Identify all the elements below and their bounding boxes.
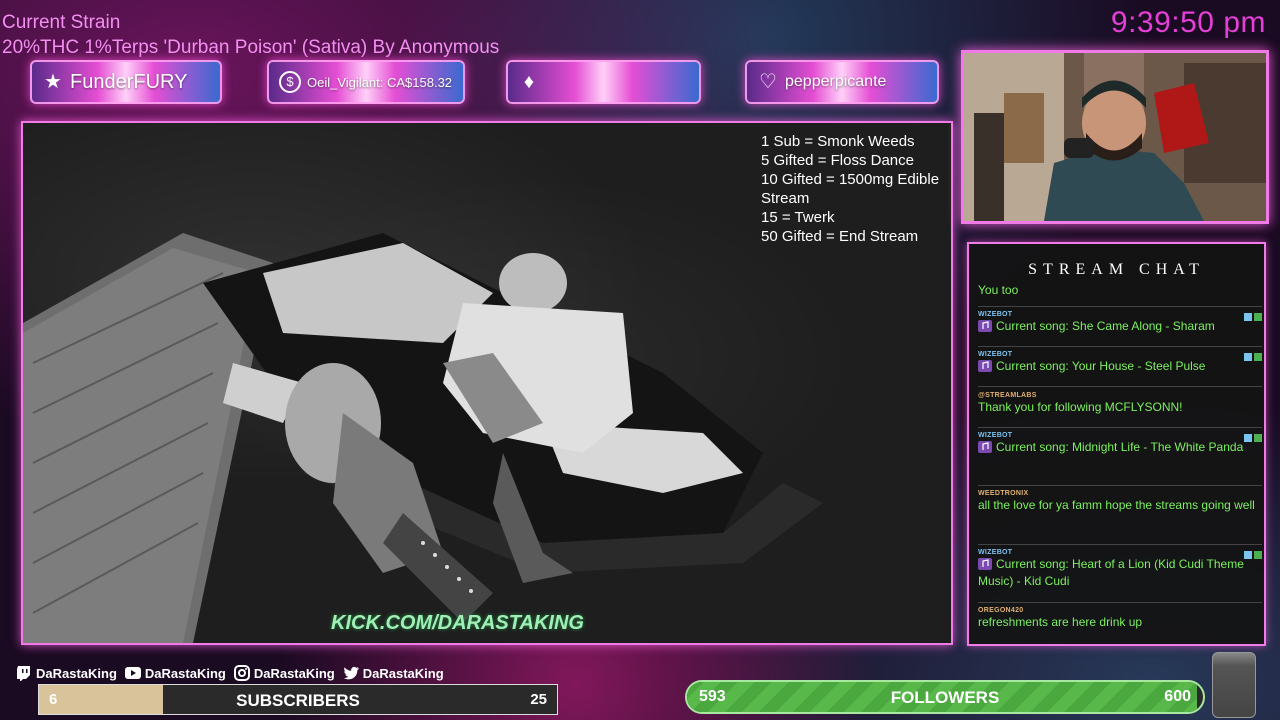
chat-username: WIZEBOT [978, 351, 1013, 358]
goal-line: 10 Gifted = 1500mg Edible [761, 171, 940, 188]
chat-username: @STREAMLABS [978, 392, 1037, 399]
music-note-icon [978, 320, 992, 332]
heart-icon: ♡ [759, 71, 777, 93]
follower-goal: 600 [1164, 688, 1191, 705]
social-handle-text: DaRastaKing [362, 665, 444, 681]
alert-latest-donation: $ Oeil_Vigilant: CA$158.32 [267, 60, 465, 104]
chat-divider [978, 306, 1262, 307]
chat-username: WEEDTRONIX [978, 490, 1029, 497]
bot-badge-icon [1244, 551, 1262, 559]
clock: 9:39:50 pm [1110, 6, 1266, 39]
youtube-icon [124, 667, 141, 679]
chat-username: WIZEBOT [978, 432, 1013, 439]
twitter-handle[interactable]: DaRastaKing [343, 665, 444, 681]
chat-message: You too [978, 282, 1262, 299]
alert-latest-follower: ★ FunderFURY [30, 60, 222, 104]
star-icon: ★ [44, 71, 62, 93]
chat-message: @STREAMLABS Thank you for following MCFL… [978, 392, 1262, 416]
instagram-icon [233, 665, 250, 681]
chat-title: STREAM CHAT [1028, 261, 1205, 278]
bot-badge-icon [1244, 353, 1262, 361]
stream-chat: STREAM CHAT You too WIZEBOT Current song… [967, 242, 1266, 646]
follower-goal-bar: 593 FOLLOWERS 600 [685, 680, 1205, 714]
twitch-icon [17, 666, 30, 681]
chat-message-text: Current song: Heart of a Lion (Kid Cudi … [978, 557, 1244, 588]
alert-label: FunderFURY [70, 70, 188, 93]
chat-username: OREGON420 [978, 607, 1024, 614]
chat-divider [978, 485, 1262, 486]
bot-badge-icon [1244, 313, 1262, 321]
alert-latest-subscriber: ♡ pepperpicante [745, 60, 939, 104]
tip-jar-icon [1212, 652, 1256, 718]
follower-label: FOLLOWERS [890, 688, 1000, 707]
sub-goals-list: 1 Sub = Smonk Weeds 5 Gifted = Floss Dan… [761, 132, 939, 246]
chat-message-text: Thank you for following MCFLYSONN! [978, 400, 1183, 414]
chat-message: OREGON420 refreshments are here drink up [978, 607, 1262, 631]
chat-divider [978, 544, 1262, 545]
chat-message-text: You too [978, 283, 1019, 297]
bot-badge-icon [1244, 434, 1262, 442]
music-note-icon [978, 360, 992, 372]
social-handle-text: DaRastaKing [253, 665, 335, 681]
chat-divider [978, 346, 1262, 347]
chat-divider [978, 427, 1262, 428]
chat-message: WIZEBOT Current song: She Came Along - S… [978, 311, 1262, 335]
subscriber-goal-bar: 6 SUBSCRIBERS 25 [38, 684, 558, 715]
goal-line: Stream [761, 190, 810, 207]
strain-title: Current Strain [2, 12, 121, 33]
diamond-icon: ♦ [523, 71, 535, 93]
chat-message: WIZEBOT Current song: Heart of a Lion (K… [978, 549, 1262, 590]
chat-message: WIZEBOT Current song: Midnight Life - Th… [978, 432, 1262, 456]
goal-line: 5 Gifted = Floss Dance [761, 152, 914, 169]
instagram-handle[interactable]: DaRastaKing [233, 665, 335, 681]
dollar-icon: $ [279, 71, 301, 93]
chat-divider [978, 386, 1262, 387]
chat-username: WIZEBOT [978, 549, 1013, 556]
goal-line: 1 Sub = Smonk Weeds [761, 133, 915, 150]
chat-message-text: Current song: Your House - Steel Pulse [996, 359, 1206, 373]
chat-message-text: all the love for ya famm hope the stream… [978, 498, 1255, 512]
chat-message: WIZEBOT Current song: Your House - Steel… [978, 351, 1262, 375]
youtube-handle[interactable]: DaRastaKing [124, 665, 226, 681]
twitter-icon [343, 666, 359, 680]
kick-channel-link[interactable]: KICK.COM/DARASTAKING [331, 612, 584, 635]
music-note-icon [978, 441, 992, 453]
chat-message-text: Current song: Midnight Life - The White … [996, 440, 1244, 454]
subscriber-goal: 25 [530, 691, 547, 708]
music-note-icon [978, 558, 992, 570]
alert-latest-bits: ♦ [506, 60, 701, 104]
subscriber-label: SUBSCRIBERS [236, 691, 360, 710]
twitch-handle[interactable]: DaRastaKing [16, 665, 117, 681]
chat-message-text: refreshments are here drink up [978, 615, 1143, 629]
alert-label: Oeil_Vigilant: CA$158.32 [307, 74, 453, 90]
goal-line: 15 = Twerk [761, 209, 835, 226]
webcam-image [964, 53, 1266, 221]
social-handle-text: DaRastaKing [144, 665, 226, 681]
social-handles: DaRastaKing DaRastaKing DaRastaKing DaRa… [16, 663, 452, 683]
social-handle-text: DaRastaKing [36, 665, 117, 681]
chat-divider [978, 602, 1262, 603]
alert-label: pepperpicante [785, 73, 887, 90]
chat-message-text: Current song: She Came Along - Sharam [996, 319, 1215, 333]
chat-username: WIZEBOT [978, 311, 1013, 318]
chat-message: WEEDTRONIX all the love for ya famm hope… [978, 490, 1262, 514]
goal-line: 50 Gifted = End Stream [761, 228, 919, 245]
strain-detail: 20%THC 1%Terps 'Durban Poison' (Sativa) … [2, 37, 500, 58]
webcam-feed [961, 50, 1269, 224]
